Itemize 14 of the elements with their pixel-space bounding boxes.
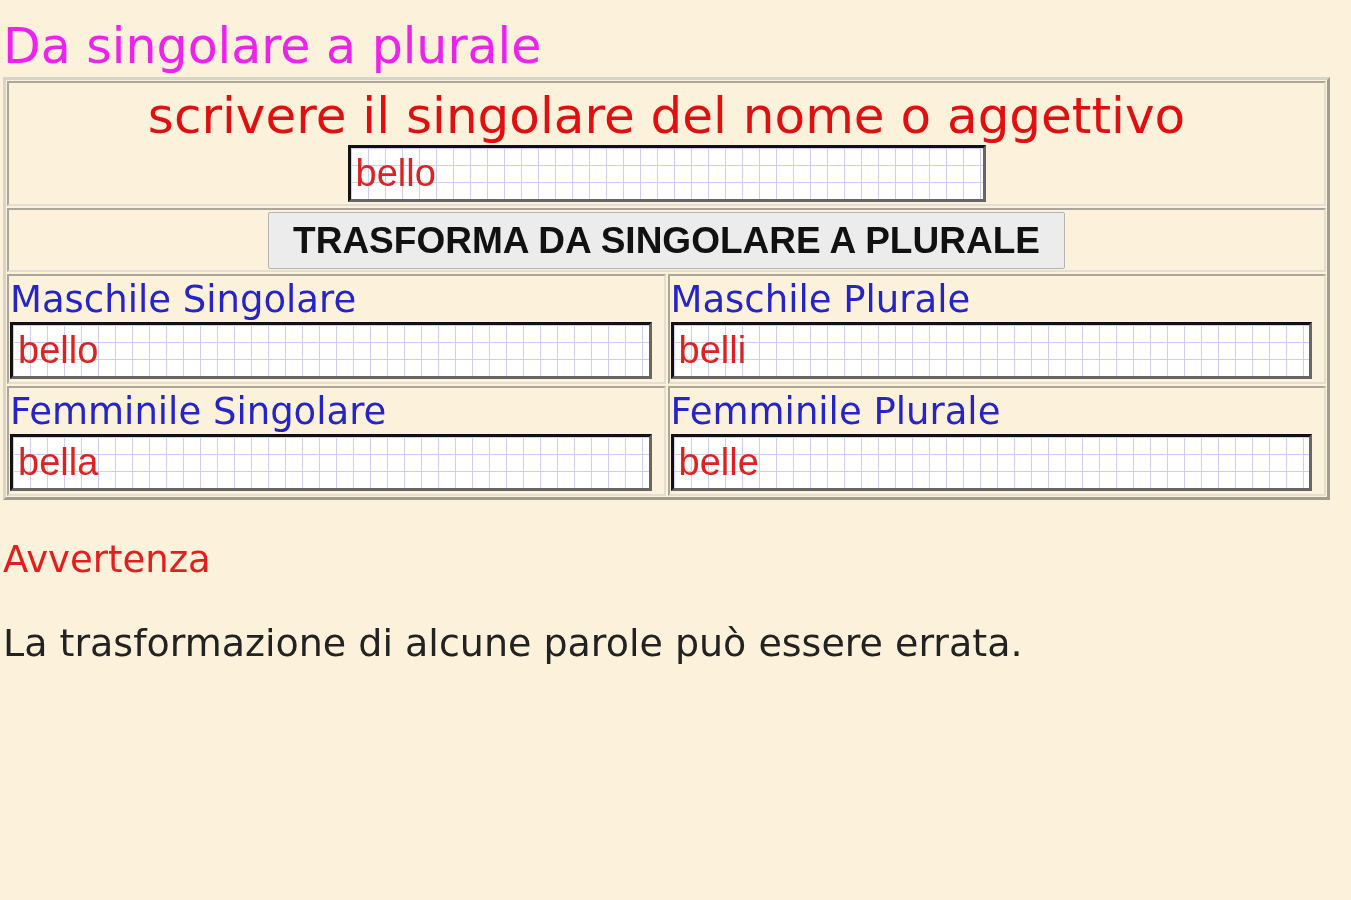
- output-field[interactable]: belli: [670, 322, 1312, 379]
- input-field[interactable]: bello: [347, 145, 986, 202]
- warning-text: La trasformazione di alcune parole può essere errata.: [3, 623, 1023, 663]
- prompt-text: scrivere il singolare del nome o aggettivo: [147, 87, 1186, 145]
- field-label: Maschile Plurale: [670, 278, 971, 322]
- output-field[interactable]: belle: [670, 434, 1312, 491]
- field-label: Femminile Singolare: [10, 390, 387, 434]
- field-label: Maschile Singolare: [10, 278, 357, 322]
- field-label: Femminile Plurale: [670, 390, 1001, 434]
- warning-heading: Avvertenza: [3, 540, 211, 580]
- output-field[interactable]: bello: [10, 322, 652, 379]
- convert-button[interactable]: TRASFORMA DA SINGOLARE A PLURALE: [268, 212, 1065, 269]
- page-title: Da singolare a plurale: [3, 17, 542, 72]
- output-field[interactable]: bella: [10, 434, 652, 491]
